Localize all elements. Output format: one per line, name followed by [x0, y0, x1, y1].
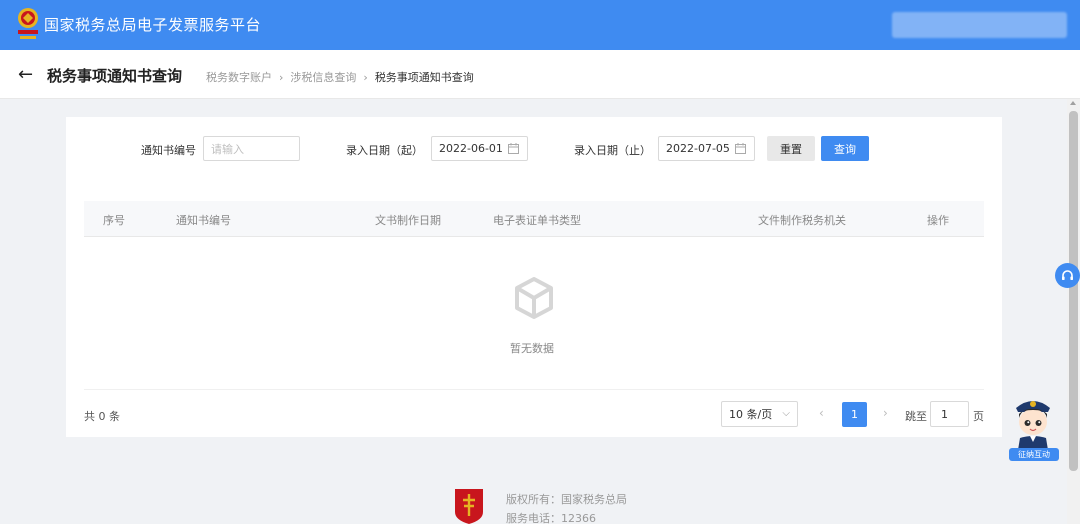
- chevron-right-icon: ›: [363, 70, 368, 84]
- page-header: ← 税务事项通知书查询 税务数字账户 › 涉税信息查询 › 税务事项通知书查询: [0, 50, 1080, 99]
- calendar-icon: [508, 143, 519, 154]
- tax-bureau-logo-icon: [455, 489, 483, 524]
- headset-icon: [1062, 270, 1073, 280]
- calendar-icon: [735, 143, 746, 154]
- page-title: 税务事项通知书查询: [47, 67, 183, 85]
- empty-text: 暂无数据: [510, 342, 554, 355]
- customer-service-button[interactable]: [1055, 263, 1080, 288]
- query-card: 通知书编号 请输入 录入日期（起） 2022-06-01 录入日期（止） 202…: [66, 117, 1002, 437]
- table-header: 序号 通知书编号 文书制作日期 电子表证单书类型 文件制作税务机关 操作: [84, 201, 984, 237]
- page-size-value: 10 条/页: [729, 408, 773, 421]
- footer-copyright: 版权所有：国家税务总局: [506, 493, 627, 506]
- column-header-index: 序号: [103, 214, 125, 227]
- page-size-select[interactable]: 10 条/页 ⌵: [721, 401, 798, 427]
- notice-no-input[interactable]: 请输入: [203, 136, 300, 161]
- prev-page-button[interactable]: ‹: [819, 406, 824, 420]
- column-header-make-date: 文书制作日期: [375, 214, 441, 227]
- empty-box-icon: [515, 277, 553, 319]
- page-suffix: 页: [973, 410, 984, 423]
- start-date-label: 录入日期（起）: [346, 144, 423, 157]
- table-divider: [84, 389, 984, 390]
- user-info-blurred[interactable]: [892, 12, 1067, 38]
- breadcrumb: 税务数字账户 › 涉税信息查询 › 税务事项通知书查询: [206, 69, 474, 85]
- start-date-input[interactable]: 2022-06-01: [431, 136, 528, 161]
- scroll-up-arrow-icon[interactable]: [1070, 101, 1076, 105]
- end-date-input[interactable]: 2022-07-05: [658, 136, 755, 161]
- breadcrumb-item-current: 税务事项通知书查询: [374, 71, 474, 84]
- scrollbar-thumb[interactable]: [1069, 111, 1078, 471]
- chevron-down-icon: ⌵: [782, 408, 790, 419]
- breadcrumb-item-digital-account[interactable]: 税务数字账户: [206, 69, 272, 85]
- start-date-value: 2022-06-01: [439, 142, 503, 155]
- end-date-value: 2022-07-05: [666, 142, 730, 155]
- reset-button[interactable]: 重置: [767, 136, 815, 161]
- jump-label: 跳至: [905, 410, 927, 423]
- top-header: 国家税务总局电子发票服务平台: [0, 0, 1080, 50]
- next-page-button[interactable]: ›: [883, 406, 888, 420]
- column-header-doc-type: 电子表证单书类型: [493, 214, 581, 227]
- jump-page-input[interactable]: 1: [930, 401, 969, 427]
- column-header-notice-no: 通知书编号: [176, 214, 231, 227]
- mascot-label-text: 征纳互动: [1018, 450, 1050, 459]
- app-title: 国家税务总局电子发票服务平台: [44, 16, 262, 34]
- footer-service-phone: 服务电话：12366: [506, 512, 596, 524]
- mascot-avatar-icon[interactable]: [1010, 394, 1056, 450]
- page-number-current[interactable]: 1: [842, 402, 867, 427]
- back-arrow-icon[interactable]: ←: [18, 64, 33, 85]
- mascot-label[interactable]: 征纳互动: [1009, 448, 1059, 461]
- end-date-label: 录入日期（止）: [574, 144, 651, 157]
- tax-emblem-icon: [18, 8, 38, 39]
- breadcrumb-item-tax-info-query[interactable]: 涉税信息查询: [290, 69, 356, 85]
- notice-no-label: 通知书编号: [141, 144, 196, 157]
- column-header-tax-authority: 文件制作税务机关: [758, 214, 846, 227]
- notice-no-placeholder: 请输入: [211, 142, 244, 156]
- chevron-right-icon: ›: [279, 70, 284, 84]
- jump-page-value: 1: [941, 407, 948, 421]
- query-button[interactable]: 查询: [821, 136, 869, 161]
- column-header-actions: 操作: [927, 214, 949, 227]
- total-count: 共 0 条: [84, 410, 120, 423]
